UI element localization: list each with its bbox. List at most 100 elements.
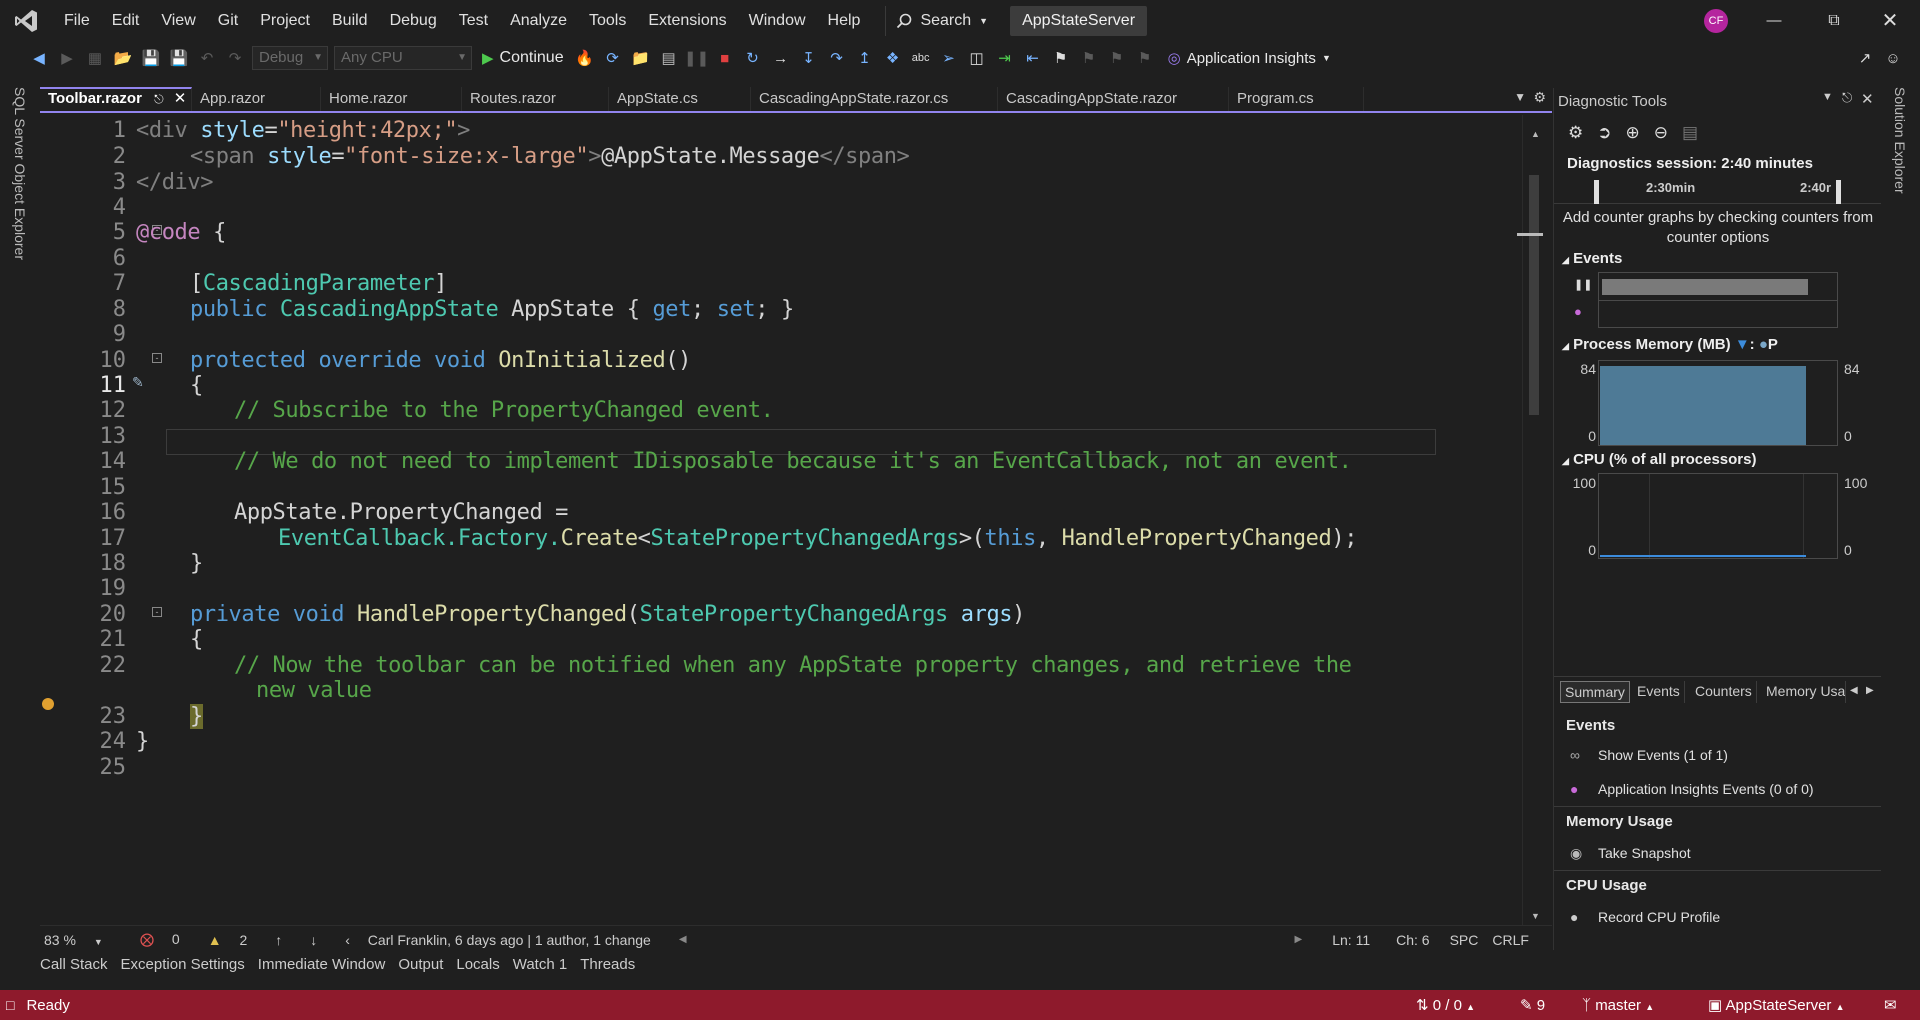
vertical-scrollbar[interactable]: ▲ ▼ <box>1517 115 1546 925</box>
show-events-link[interactable]: ∞ Show Events (1 of 1) <box>1570 747 1728 763</box>
menu-debug[interactable]: Debug <box>379 0 448 41</box>
select-tools-button[interactable]: ▤ <box>1682 123 1698 143</box>
quick-actions-pencil-icon[interactable]: ✎ <box>132 374 144 391</box>
collapse-toggle[interactable]: - <box>152 353 162 363</box>
breakpoint-icon[interactable] <box>42 698 54 710</box>
notifications-button[interactable]: ✉ <box>1884 996 1897 1014</box>
menu-tools[interactable]: Tools <box>578 0 637 41</box>
tab-program-cs[interactable]: Program.cs <box>1229 87 1364 111</box>
errors-indicator[interactable]: ⨂ 0 <box>140 931 194 948</box>
menu-test[interactable]: Test <box>448 0 499 41</box>
open-folder-button[interactable]: 📁 <box>630 47 652 69</box>
tab-overflow-dropdown[interactable]: ▼ <box>1514 90 1526 104</box>
application-insights-button[interactable]: ◎ Application Insights ▼ <box>1168 49 1331 68</box>
prev-bookmark-button[interactable]: ⚑ <box>1078 47 1100 69</box>
open-file-button[interactable]: 📂 <box>112 47 134 69</box>
menu-file[interactable]: File <box>53 0 101 41</box>
undo-button[interactable]: ↶ <box>196 47 218 69</box>
tab-app-razor[interactable]: App.razor <box>192 87 321 111</box>
tab-immediate-window[interactable]: Immediate Window <box>258 956 393 980</box>
tabs-scroll-right[interactable]: ▶ <box>1866 685 1874 696</box>
memory-graph[interactable] <box>1598 360 1838 446</box>
tab-events[interactable]: Events <box>1633 681 1685 703</box>
timeline-end-handle[interactable] <box>1836 180 1841 204</box>
tab-cascadingappstate-razor-cs[interactable]: CascadingAppState.razor.cs <box>751 87 998 111</box>
pin-panel-button[interactable]: ⎋ <box>1842 90 1852 106</box>
menu-extensions[interactable]: Extensions <box>637 0 737 41</box>
tab-exception-settings[interactable]: Exception Settings <box>121 956 252 980</box>
save-button[interactable]: 💾 <box>140 47 162 69</box>
tab-routes-razor[interactable]: Routes.razor <box>462 87 609 111</box>
zoom-in-button[interactable]: ⊕ <box>1626 123 1640 143</box>
cursor-column[interactable]: Ch: 6 <box>1396 932 1429 948</box>
close-panel-button[interactable]: ✕ <box>1861 90 1874 108</box>
git-blame-info[interactable]: ‹ Carl Franklin, 6 days ago | 1 author, … <box>345 932 665 948</box>
restore-button[interactable]: ⧉ <box>1806 0 1862 41</box>
menu-window[interactable]: Window <box>738 0 817 41</box>
search-button[interactable]: Search ▼ <box>885 5 998 36</box>
bookmark-button[interactable]: ⚑ <box>1050 47 1072 69</box>
menu-edit[interactable]: Edit <box>101 0 151 41</box>
solution-name[interactable]: AppStateServer <box>1010 5 1148 36</box>
tab-appstate-cs[interactable]: AppState.cs <box>609 87 751 111</box>
events-section-title[interactable]: ◢ Events <box>1562 250 1622 267</box>
tab-output[interactable]: Output <box>398 956 450 980</box>
show-next-statement-button[interactable]: → <box>770 47 792 69</box>
next-bookmark-button[interactable]: ⚑ <box>1106 47 1128 69</box>
tab-watch-1[interactable]: Watch 1 <box>513 956 574 980</box>
close-icon[interactable]: ✕ <box>174 90 187 107</box>
avatar[interactable]: CF <box>1704 9 1728 33</box>
compare-button[interactable]: ◫ <box>966 47 988 69</box>
tab-memory-usage[interactable]: Memory Usa <box>1762 681 1846 703</box>
step-over-button[interactable]: ↷ <box>826 47 848 69</box>
navigate-forward-button[interactable]: ▶ <box>56 47 78 69</box>
minimize-button[interactable]: — <box>1746 0 1802 41</box>
step-into-button[interactable]: ↧ <box>798 47 820 69</box>
pending-edits[interactable]: ✎ 9 <box>1520 996 1545 1014</box>
export-button[interactable]: ➲ <box>1597 123 1611 143</box>
previous-issue-button[interactable]: ↑ <box>275 932 296 948</box>
tab-call-stack[interactable]: Call Stack <box>40 956 115 980</box>
platform-dropdown[interactable]: Any CPU ▼ <box>334 46 472 70</box>
menu-analyze[interactable]: Analyze <box>499 0 578 41</box>
horizontal-scroll-left[interactable]: ◀ <box>679 934 687 945</box>
step-out-button[interactable]: ↥ <box>854 47 876 69</box>
process-memory-title[interactable]: ◢ Process Memory (MB) ▼: ●P <box>1562 336 1778 353</box>
solution-explorer-tab[interactable]: Solution Explorer <box>1892 87 1908 194</box>
tab-settings-button[interactable]: ⚙ <box>1533 89 1546 106</box>
git-repository[interactable]: ▣ AppStateServer ▲ <box>1708 996 1845 1014</box>
pin-icon[interactable]: ⎋ <box>154 92 164 106</box>
save-all-button[interactable]: 💾 <box>168 47 190 69</box>
warnings-indicator[interactable]: ▲ 2 <box>208 932 262 948</box>
share-button[interactable]: ↗ <box>1854 47 1876 69</box>
menu-git[interactable]: Git <box>207 0 249 41</box>
spacing-mode[interactable]: SPC <box>1450 932 1479 948</box>
git-branch[interactable]: ᛉ master ▲ <box>1582 997 1654 1014</box>
horizontal-scroll-right[interactable]: ▶ <box>1295 934 1303 945</box>
close-window-button[interactable]: ✕ <box>1862 0 1918 41</box>
menu-view[interactable]: View <box>150 0 206 41</box>
git-changes[interactable]: ⇅ 0 / 0 ▲ <box>1416 996 1475 1014</box>
continue-button[interactable]: ▶ Continue <box>478 49 568 67</box>
scroll-down-icon[interactable]: ▼ <box>1531 911 1540 921</box>
line-ending[interactable]: CRLF <box>1492 932 1529 948</box>
navigate-back-button[interactable]: ◀ <box>28 47 50 69</box>
take-snapshot-button[interactable]: ◉ Take Snapshot <box>1570 845 1691 861</box>
scrollbar-thumb[interactable] <box>1529 175 1539 415</box>
zoom-level[interactable]: 83 % ▼ <box>44 932 114 948</box>
new-project-button[interactable]: ▦ <box>84 47 106 69</box>
restart-button[interactable]: ↻ <box>742 47 764 69</box>
timeline-start-handle[interactable] <box>1594 180 1599 204</box>
outdent-button[interactable]: ⇤ <box>1022 47 1044 69</box>
hot-reload-button[interactable]: 🔥 <box>574 47 596 69</box>
tab-home-razor[interactable]: Home.razor <box>321 87 462 111</box>
stop-debugging-button[interactable]: ■ <box>714 47 736 69</box>
collapse-toggle[interactable]: - <box>152 607 162 617</box>
tab-toolbar-razor[interactable]: Toolbar.razor ⎋ ✕ <box>40 87 192 111</box>
scroll-up-icon[interactable]: ▲ <box>1531 129 1540 139</box>
events-track[interactable] <box>1598 272 1838 328</box>
tab-summary[interactable]: Summary <box>1560 681 1630 703</box>
tab-threads[interactable]: Threads <box>580 956 642 980</box>
tab-counters[interactable]: Counters <box>1691 681 1757 703</box>
tab-locals[interactable]: Locals <box>456 956 506 980</box>
